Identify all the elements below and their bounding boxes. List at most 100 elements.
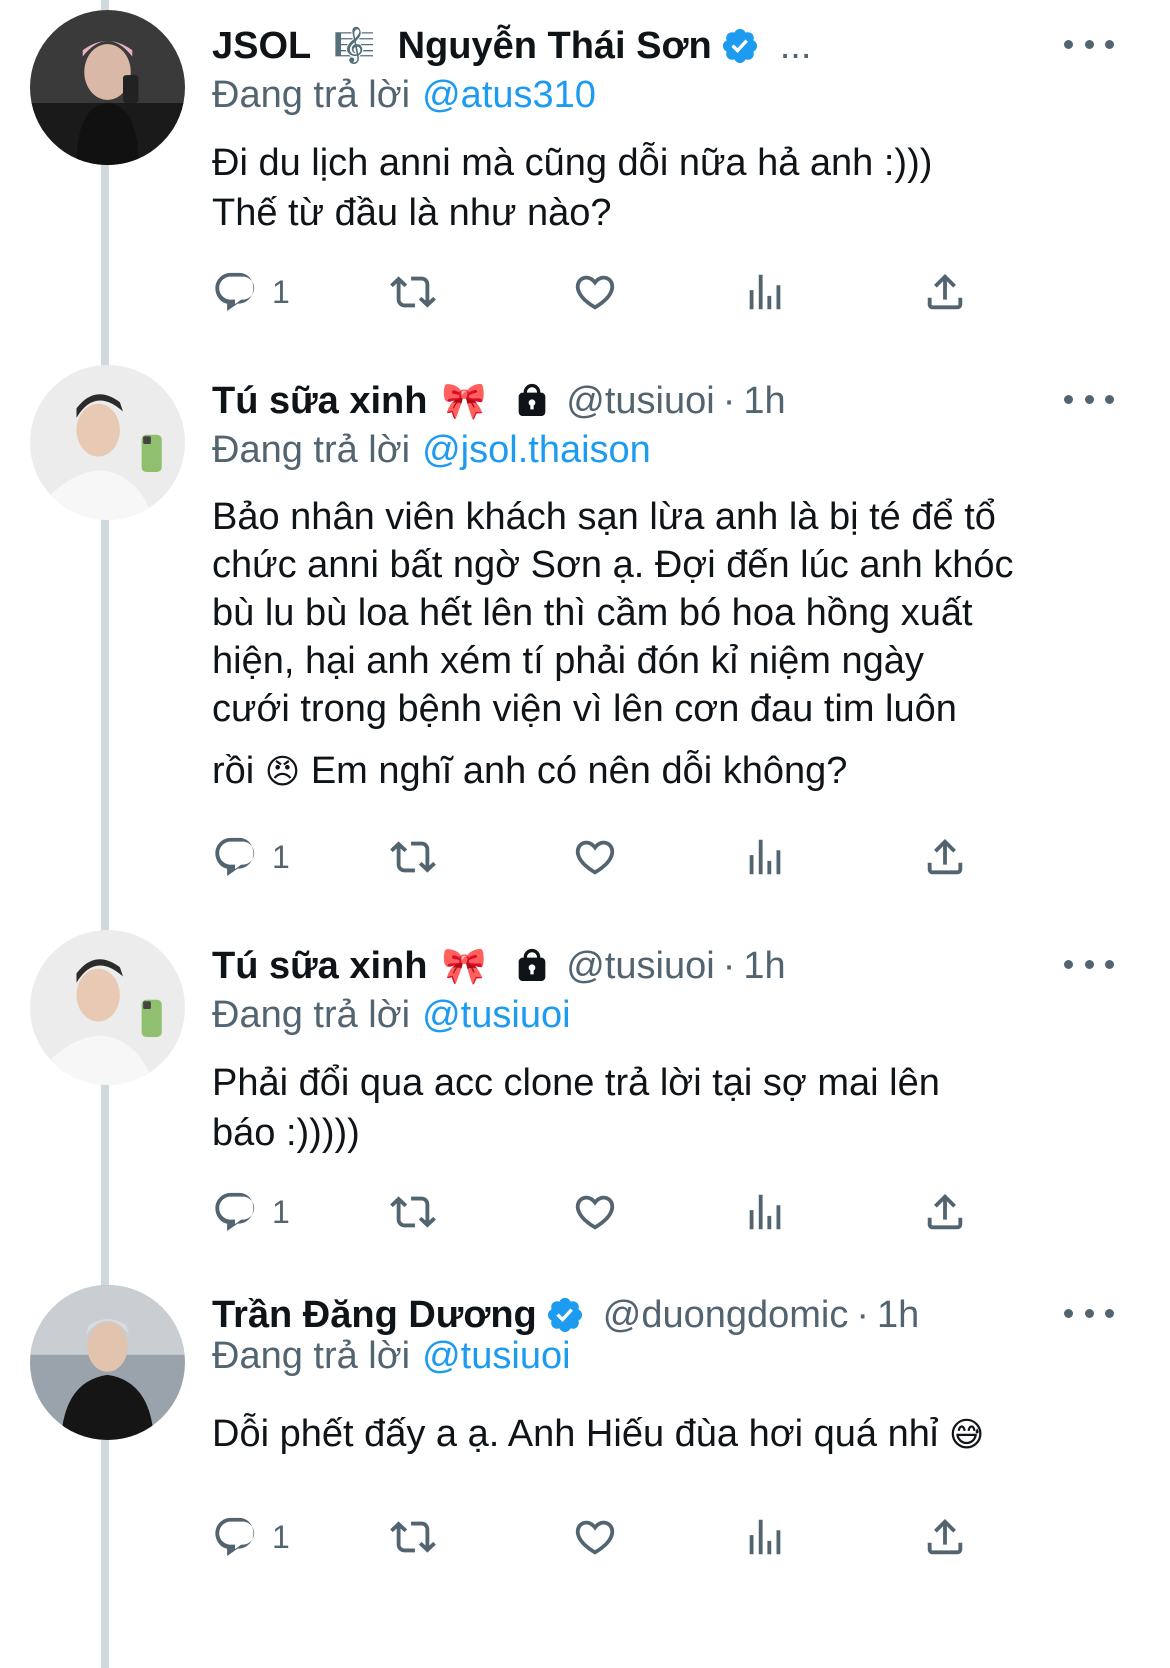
tweet[interactable]: JSOL 🎼 Nguyễn Thái Sơn ... Đang trả lời @… bbox=[0, 0, 1170, 360]
retweet-button[interactable] bbox=[390, 262, 436, 322]
more-icon[interactable] bbox=[1064, 26, 1114, 62]
avatar[interactable] bbox=[30, 365, 185, 520]
action-bar: 1 bbox=[212, 1507, 1072, 1567]
like-icon bbox=[572, 834, 618, 880]
reply-count: 1 bbox=[272, 273, 290, 310]
reply-mention-link[interactable]: @tusiuoi bbox=[422, 1335, 570, 1377]
replying-to: Đang trả lời @jsol.thaison bbox=[212, 429, 651, 472]
replying-label: Đang trả lời bbox=[212, 74, 411, 116]
share-icon bbox=[922, 1514, 968, 1560]
tweet-header: JSOL 🎼 Nguyễn Thái Sơn ... bbox=[212, 18, 1170, 74]
display-name-2[interactable]: Nguyễn Thái Sơn bbox=[398, 25, 712, 68]
replying-to: Đang trả lời @atus310 bbox=[212, 74, 596, 117]
retweet-icon bbox=[390, 1189, 436, 1235]
reply-icon bbox=[212, 269, 258, 315]
tweet-text-line: Phải đổi qua acc clone trả lời tại sợ ma… bbox=[212, 1062, 940, 1104]
like-button[interactable] bbox=[572, 1182, 618, 1242]
tweet-text-line: rồi 😠 Em nghĩ anh có nên dỗi không? bbox=[212, 747, 1142, 796]
ribbon-emoji: 🎀 bbox=[441, 945, 487, 986]
views-button[interactable] bbox=[742, 262, 788, 322]
like-button[interactable] bbox=[572, 827, 618, 887]
lock-icon bbox=[512, 946, 552, 986]
retweet-icon bbox=[390, 834, 436, 880]
share-icon bbox=[922, 834, 968, 880]
views-icon bbox=[742, 1189, 788, 1235]
views-button[interactable] bbox=[742, 1182, 788, 1242]
reply-count: 1 bbox=[272, 838, 290, 875]
views-icon bbox=[742, 834, 788, 880]
tweet-text-line: Đi du lịch anni mà cũng dỗi nữa hả anh :… bbox=[212, 142, 933, 184]
share-button[interactable] bbox=[922, 827, 968, 887]
replying-to: Đang trả lời @tusiuoi bbox=[212, 1335, 571, 1378]
lock-icon bbox=[512, 381, 552, 421]
reply-button[interactable]: 1 bbox=[212, 1182, 290, 1242]
avatar[interactable] bbox=[30, 1285, 185, 1440]
more-icon[interactable] bbox=[1064, 1295, 1114, 1331]
like-button[interactable] bbox=[572, 262, 618, 322]
tweet[interactable]: Trần Đăng Dương @duongdomic · 1h Đang tr… bbox=[0, 1285, 1170, 1668]
reply-mention-link[interactable]: @jsol.thaison bbox=[422, 429, 651, 471]
handle[interactable]: @tusiuoi bbox=[566, 380, 714, 423]
tweet-text-word: rồi bbox=[212, 750, 255, 792]
views-icon bbox=[742, 269, 788, 315]
like-button[interactable] bbox=[572, 1507, 618, 1567]
retweet-button[interactable] bbox=[390, 1182, 436, 1242]
tweet-text: Dỗi phết đấy a ạ. Anh Hiếu đùa hơi quá n… bbox=[212, 1409, 1142, 1460]
views-button[interactable] bbox=[742, 1507, 788, 1567]
separator-dot: · bbox=[856, 1293, 870, 1336]
reply-mention-link[interactable]: @atus310 bbox=[422, 74, 596, 116]
share-button[interactable] bbox=[922, 1182, 968, 1242]
action-bar: 1 bbox=[212, 262, 1072, 322]
more-ellipsis: ... bbox=[779, 24, 812, 67]
music-score-emoji: 🎼 bbox=[333, 27, 376, 65]
tweet-text-line: báo :))))) bbox=[212, 1112, 360, 1154]
avatar[interactable] bbox=[30, 10, 185, 165]
replying-label: Đang trả lời bbox=[212, 429, 411, 471]
ribbon-emoji: 🎀 bbox=[441, 380, 487, 421]
like-icon bbox=[572, 269, 618, 315]
reply-icon bbox=[212, 1189, 258, 1235]
reply-icon bbox=[212, 1514, 258, 1560]
share-icon bbox=[922, 269, 968, 315]
views-icon bbox=[742, 1514, 788, 1560]
share-button[interactable] bbox=[922, 1507, 968, 1567]
tweet-text: Bảo nhân viên khách sạn lừa anh là bị té… bbox=[212, 493, 1142, 796]
tweet-text-word: Em nghĩ anh có nên dỗi không? bbox=[310, 750, 848, 792]
retweet-icon bbox=[390, 269, 436, 315]
tweet-text: Phải đổi qua acc clone trả lời tại sợ ma… bbox=[212, 1058, 1142, 1158]
separator-dot: · bbox=[722, 379, 736, 422]
retweet-button[interactable] bbox=[390, 1507, 436, 1567]
tweet-text-line: Thế từ đầu là như nào? bbox=[212, 192, 612, 234]
action-bar: 1 bbox=[212, 827, 1072, 887]
avatar[interactable] bbox=[30, 930, 185, 1085]
more-icon[interactable] bbox=[1064, 946, 1114, 982]
verified-badge-icon bbox=[545, 1295, 585, 1335]
display-name[interactable]: JSOL bbox=[212, 25, 311, 68]
tweet[interactable]: Tú sữa xinh 🎀 @tusiuoi · 1h Đang trả lời… bbox=[0, 920, 1170, 1275]
display-name[interactable]: Tú sữa xinh bbox=[212, 380, 427, 423]
tweet-header: Tú sữa xinh 🎀 @tusiuoi · 1h bbox=[212, 938, 1170, 994]
reply-button[interactable]: 1 bbox=[212, 827, 290, 887]
timestamp[interactable]: 1h bbox=[743, 945, 785, 988]
timestamp[interactable]: 1h bbox=[743, 380, 785, 423]
display-name[interactable]: Tú sữa xinh bbox=[212, 945, 427, 988]
more-icon[interactable] bbox=[1064, 381, 1114, 417]
handle[interactable]: @tusiuoi bbox=[566, 945, 714, 988]
display-name[interactable]: Trần Đăng Dương bbox=[212, 1294, 537, 1337]
reply-button[interactable]: 1 bbox=[212, 262, 290, 322]
views-button[interactable] bbox=[742, 827, 788, 887]
tweet-text-line: bù lu bù loa hết lên thì cầm bó hoa hồng… bbox=[212, 592, 973, 634]
reply-mention-link[interactable]: @tusiuoi bbox=[422, 994, 570, 1036]
reply-button[interactable]: 1 bbox=[212, 1507, 290, 1567]
action-bar: 1 bbox=[212, 1182, 1072, 1242]
timestamp[interactable]: 1h bbox=[877, 1294, 919, 1337]
tweet[interactable]: Tú sữa xinh 🎀 @tusiuoi · 1h Đang trả lời… bbox=[0, 355, 1170, 920]
reply-count: 1 bbox=[272, 1193, 290, 1230]
retweet-button[interactable] bbox=[390, 827, 436, 887]
tweet-text: Đi du lịch anni mà cũng dỗi nữa hả anh :… bbox=[212, 138, 1142, 238]
like-icon bbox=[572, 1189, 618, 1235]
retweet-icon bbox=[390, 1514, 436, 1560]
share-button[interactable] bbox=[922, 262, 968, 322]
tweet-text-line: Dỗi phết đấy a ạ. Anh Hiếu đùa hơi quá n… bbox=[212, 1409, 1142, 1460]
handle[interactable]: @duongdomic bbox=[603, 1294, 849, 1337]
